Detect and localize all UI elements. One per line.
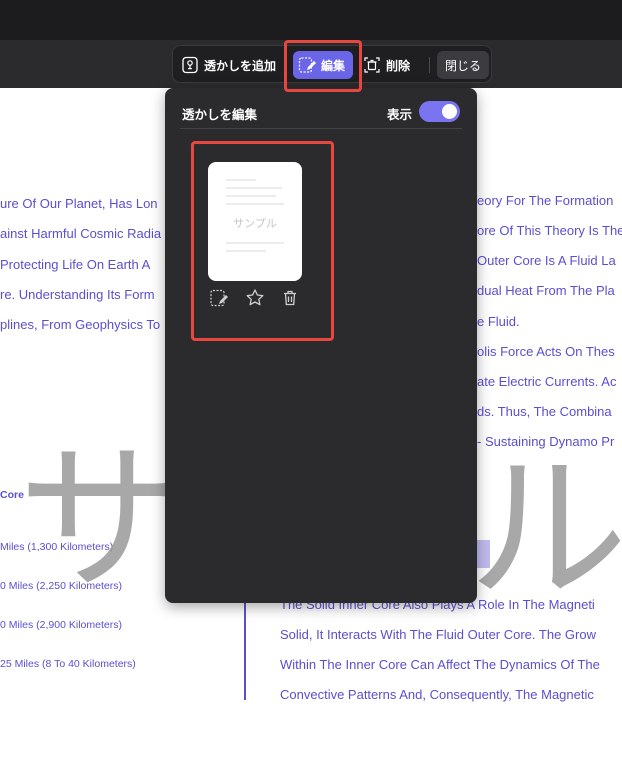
close-button[interactable]: 閉じる (437, 51, 489, 79)
doc-small-line: 0 Miles (2,900 Kilometers) (0, 619, 122, 631)
doc-right-line: ds. Thus, The Combina (477, 404, 612, 419)
edit-button-highlight (284, 40, 362, 92)
doc-right-bottom-line: Convective Patterns And, Consequently, T… (280, 687, 594, 702)
toggle-knob (442, 104, 457, 119)
show-toggle[interactable] (419, 101, 460, 122)
doc-right-bottom-line: Solid, It Interacts With The Fluid Outer… (280, 627, 596, 642)
delete-watermark-button[interactable]: 削除 (363, 51, 410, 79)
panel-divider (180, 128, 462, 129)
doc-right-line: ate Electric Currents. Ac (477, 374, 617, 389)
doc-right-line: Outer Core Is A Fluid La (477, 253, 616, 268)
show-toggle-label: 表示 (387, 108, 413, 122)
app-top-bar (0, 0, 622, 40)
watermark-card-highlight (191, 141, 334, 341)
doc-right-line: dual Heat From The Pla (477, 283, 615, 298)
doc-small-line: 25 Miles (8 To 40 Kilometers) (0, 658, 136, 670)
delete-watermark-icon (363, 56, 381, 74)
delete-watermark-label: 削除 (386, 58, 411, 73)
watermark-glyph-right: ル (468, 436, 622, 623)
doc-left-line: ure Of Our Planet, Has Lon (0, 196, 158, 211)
doc-right-line: ore Of This Theory Is The (477, 223, 622, 238)
doc-right-line: e Fluid. (477, 314, 520, 329)
toolbar-separator (429, 57, 430, 73)
doc-left-line: plines, From Geophysics To (0, 317, 161, 332)
panel-title: 透かしを編集 (182, 108, 258, 122)
doc-left-line: re. Understanding Its Form (0, 287, 155, 302)
doc-right-line: olis Force Acts On Thes (477, 344, 615, 359)
add-watermark-label: 透かしを追加 (204, 58, 277, 73)
doc-right-bottom-line: Within The Inner Core Can Affect The Dyn… (280, 657, 600, 672)
watermark-glyph-left: サ (18, 426, 179, 613)
add-watermark-button[interactable]: 透かしを追加 (181, 51, 276, 79)
column-rule (244, 600, 246, 700)
doc-left-line: ainst Harmful Cosmic Radia (0, 226, 162, 241)
doc-left-line: Protecting Life On Earth A (0, 257, 151, 272)
doc-right-line: eory For The Formation (477, 193, 614, 208)
add-watermark-icon (181, 56, 199, 74)
